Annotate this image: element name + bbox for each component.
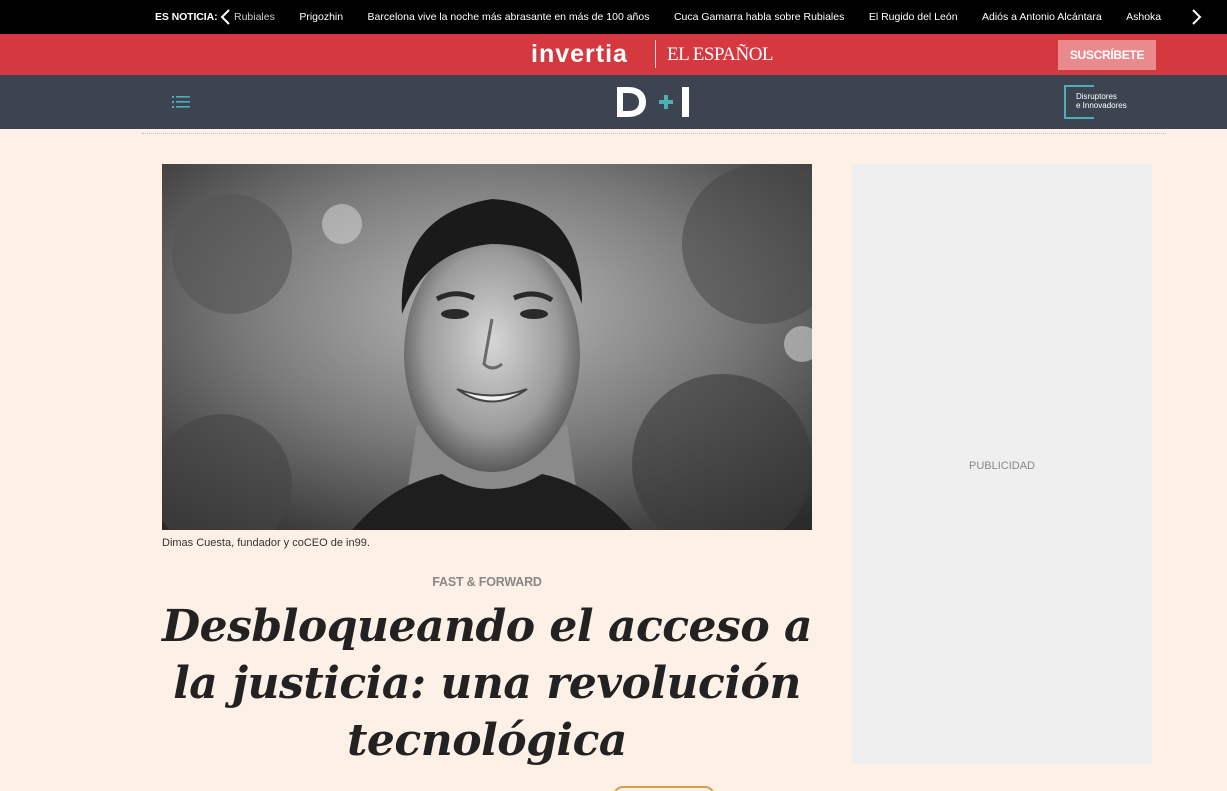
el-espanol-logo[interactable]: EL ESPAÑOL	[667, 44, 774, 66]
chevron-left-icon[interactable]	[216, 7, 236, 27]
pill-badge[interactable]	[613, 786, 715, 791]
ticker-item[interactable]: Barcelona vive la noche más abrasante en…	[368, 0, 650, 34]
subscribe-button[interactable]: SUSCRÍBETE	[1058, 40, 1156, 70]
ad-label: PUBLICIDAD	[968, 460, 1036, 472]
ticker-item[interactable]: Cuca Gamarra habla sobre Rubiales	[674, 0, 844, 34]
ticker-item[interactable]: El Rugido del León	[869, 0, 958, 34]
ticker-item[interactable]: Ashoka	[1126, 0, 1161, 34]
divider	[142, 133, 1166, 134]
logo-divider	[655, 40, 656, 68]
disruptores-innovadores-badge[interactable]: Disruptores e Innovadores	[1064, 85, 1144, 119]
article-headline: Desbloqueando el acceso a la justicia: u…	[162, 601, 813, 766]
d-plus-i-logo[interactable]	[614, 84, 694, 120]
ticker-item[interactable]: Adiós a Antonio Alcántara	[982, 0, 1102, 34]
section-label[interactable]: FAST & FORWARD	[162, 575, 812, 589]
ticker-items: Rubiales Prigozhin Barcelona vive la noc…	[234, 0, 1164, 34]
chevron-right-icon[interactable]	[1186, 7, 1206, 27]
breaking-news-ticker: ES NOTICIA: Rubiales Prigozhin Barcelona…	[0, 0, 1227, 34]
section-nav-bar: Disruptores e Innovadores	[0, 75, 1227, 129]
brand-bar: invertia EL ESPAÑOL SUSCRÍBETE	[0, 34, 1227, 75]
image-caption: Dimas Cuesta, fundador y coCEO de in99.	[162, 537, 370, 549]
ticker-item[interactable]: Prigozhin	[299, 0, 343, 34]
menu-icon[interactable]	[170, 91, 194, 113]
ticker-item[interactable]: Rubiales	[234, 0, 275, 34]
ticker-label: ES NOTICIA:	[155, 11, 218, 23]
invertia-logo[interactable]: invertia	[531, 40, 628, 68]
badge-line-2: e Innovadores	[1076, 100, 1127, 110]
ad-slot[interactable]: PUBLICIDAD	[852, 164, 1152, 764]
article-hero-image	[162, 164, 812, 530]
